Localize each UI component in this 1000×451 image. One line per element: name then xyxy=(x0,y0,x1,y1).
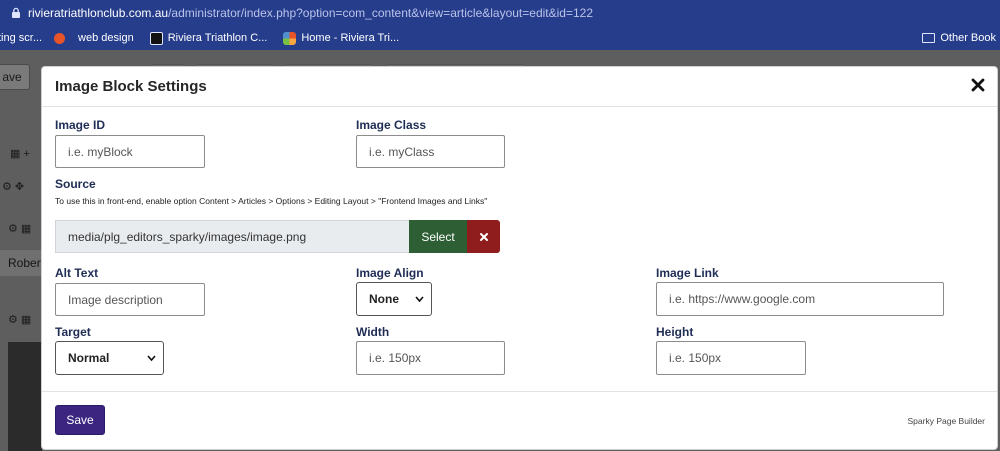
background-image-preview xyxy=(8,342,42,451)
image-id-label: Image ID xyxy=(55,118,106,132)
height-label: Height xyxy=(656,325,694,339)
bookmarks-bar: ting scr... web design Riviera Triathlon… xyxy=(0,26,1000,50)
image-link-label: Image Link xyxy=(656,266,719,280)
height-input[interactable] xyxy=(656,341,806,375)
clear-image-button[interactable] xyxy=(467,220,500,253)
triathlon-logo-icon xyxy=(149,31,163,45)
bookmark-item[interactable]: web design xyxy=(54,32,134,44)
bookmark-item[interactable]: Riviera Triathlon C... xyxy=(149,31,268,45)
source-label: Source xyxy=(55,177,96,191)
image-id-input[interactable] xyxy=(55,135,205,168)
save-button[interactable]: Save xyxy=(55,405,105,435)
background-save-button: ave xyxy=(0,64,30,90)
image-class-label: Image Class xyxy=(356,118,427,132)
target-select[interactable]: Normal xyxy=(55,341,164,375)
width-label: Width xyxy=(356,325,390,339)
bookmark-item[interactable]: ting scr... xyxy=(0,32,42,44)
image-link-input[interactable] xyxy=(656,282,944,316)
target-value: Normal xyxy=(68,351,110,365)
move-icon: ⚙ ✥ xyxy=(2,181,25,193)
target-label: Target xyxy=(55,325,91,339)
lock-icon xyxy=(12,7,20,18)
url-path: /administrator/index.php?option=com_cont… xyxy=(168,6,593,20)
modal-header: Image Block Settings xyxy=(42,67,997,107)
bookmark-label: Home - Riviera Tri... xyxy=(301,32,400,44)
joomla-icon xyxy=(54,32,66,44)
background-author-name: Robert xyxy=(0,250,44,276)
bookmark-label: Riviera Triathlon C... xyxy=(167,32,268,44)
chevron-down-icon xyxy=(415,296,424,303)
address-bar[interactable]: rivieratriathlonclub.com.au/administrato… xyxy=(0,0,1000,26)
close-icon xyxy=(479,232,488,241)
settings-icon: ⚙ ▦ xyxy=(8,223,32,235)
other-bookmarks[interactable]: Other Book xyxy=(922,26,996,50)
alt-text-input[interactable] xyxy=(55,283,205,316)
image-align-select[interactable]: None xyxy=(356,282,432,316)
bookmark-label: web design xyxy=(78,32,134,44)
folder-icon xyxy=(922,33,936,43)
close-icon[interactable] xyxy=(969,76,987,94)
other-bookmarks-label: Other Book xyxy=(940,32,996,44)
joomla-icon xyxy=(283,31,297,45)
bookmark-label: ting scr... xyxy=(0,32,43,44)
url-host: rivieratriathlonclub.com.au xyxy=(28,6,169,20)
image-class-input[interactable] xyxy=(356,135,505,168)
image-align-value: None xyxy=(369,292,399,306)
modal-footer: Save Sparky Page Builder xyxy=(42,391,997,450)
copy-icon: ▦ + xyxy=(10,148,30,160)
image-block-settings-modal: Image Block Settings Image ID Image Clas… xyxy=(41,66,998,450)
image-align-label: Image Align xyxy=(356,266,424,280)
select-image-button[interactable]: Select xyxy=(409,220,467,253)
source-path-field[interactable]: media/plg_editors_sparky/images/image.pn… xyxy=(55,220,409,253)
source-hint: To use this in front-end, enable option … xyxy=(55,196,488,206)
chevron-down-icon xyxy=(147,355,156,362)
settings-icon: ⚙ ▦ xyxy=(8,314,32,326)
alt-text-label: Alt Text xyxy=(55,266,99,280)
modal-title: Image Block Settings xyxy=(55,78,207,95)
brand-label: Sparky Page Builder xyxy=(907,416,986,426)
width-input[interactable] xyxy=(356,341,505,375)
bookmark-item[interactable]: Home - Riviera Tri... xyxy=(283,31,400,45)
